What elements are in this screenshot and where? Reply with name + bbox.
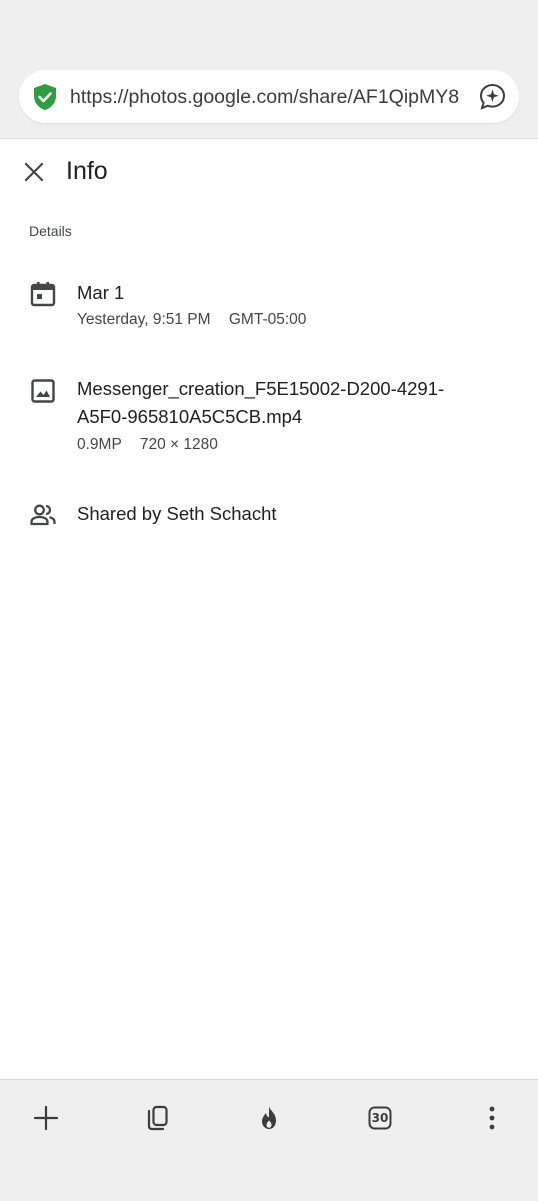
date-subtext: Yesterday, 9:51 PM GMT-05:00 bbox=[77, 310, 306, 330]
time-text: Yesterday, 9:51 PM bbox=[77, 311, 211, 328]
tab-count: 30 bbox=[371, 1111, 389, 1125]
fire-icon bbox=[262, 1106, 276, 1129]
date-text: Mar 1 bbox=[77, 282, 125, 303]
new-tab-button[interactable] bbox=[26, 1098, 66, 1138]
info-panel: Info Details Mar 1 Yesterday, 9:51 PM GM… bbox=[0, 139, 538, 1079]
address-bar[interactable]: https://photos.google.com/share/AF1QipMY… bbox=[19, 70, 519, 123]
burn-button[interactable] bbox=[249, 1098, 289, 1138]
menu-button[interactable] bbox=[472, 1098, 512, 1138]
close-icon bbox=[24, 162, 44, 182]
bottom-toolbar: 30 bbox=[0, 1079, 538, 1201]
url-text[interactable]: https://photos.google.com/share/AF1QipMY… bbox=[70, 85, 487, 109]
image-icon bbox=[31, 379, 55, 403]
tab-count-button[interactable]: 30 bbox=[360, 1098, 400, 1138]
tab-switcher-icon bbox=[147, 1105, 168, 1131]
shield-check-icon[interactable] bbox=[32, 83, 58, 111]
people-icon bbox=[30, 504, 56, 526]
dimensions-text: 720 × 1280 bbox=[139, 436, 218, 453]
file-name-line-2: A5F0-965810A5C5CB.mp4 bbox=[77, 406, 303, 427]
plus-icon bbox=[33, 1105, 59, 1131]
page-title: Info bbox=[66, 157, 108, 185]
browser-toolbar: https://photos.google.com/share/AF1QipMY… bbox=[0, 0, 538, 139]
more-vert-icon bbox=[489, 1106, 495, 1130]
close-button[interactable] bbox=[19, 157, 49, 187]
section-label-details: Details bbox=[29, 223, 72, 239]
megapixels-text: 0.9MP bbox=[77, 436, 122, 453]
file-name-line-1: Messenger_creation_F5E15002-D200-4291- bbox=[77, 378, 445, 399]
sparkle-chat-icon[interactable] bbox=[479, 83, 506, 110]
file-name: Messenger_creation_F5E15002-D200-4291- A… bbox=[77, 375, 497, 431]
shared-by-text: Shared by Seth Schacht bbox=[77, 503, 277, 524]
file-metadata: 0.9MP 720 × 1280 bbox=[77, 435, 218, 455]
timezone-text: GMT-05:00 bbox=[228, 311, 307, 328]
calendar-icon bbox=[30, 282, 56, 307]
tabs-button[interactable] bbox=[138, 1098, 178, 1138]
